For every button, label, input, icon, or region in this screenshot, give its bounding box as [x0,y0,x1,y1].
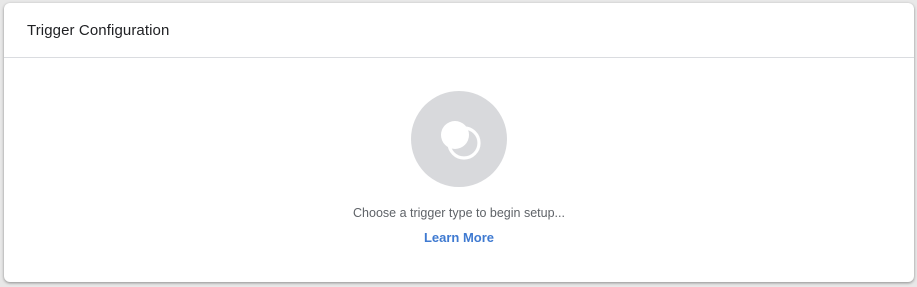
card-header: Trigger Configuration [4,3,914,58]
trigger-configuration-card: Trigger Configuration Choose a trigger t… [4,3,914,282]
learn-more-link-wrapper: Learn More [4,230,914,245]
card-body: Choose a trigger type to begin setup... … [4,58,914,281]
empty-state-hint: Choose a trigger type to begin setup... [353,206,565,220]
card-title: Trigger Configuration [27,21,170,39]
choose-trigger-type-button[interactable] [411,91,507,187]
trigger-icon [441,121,481,160]
learn-more-link[interactable]: Learn More [424,230,494,245]
